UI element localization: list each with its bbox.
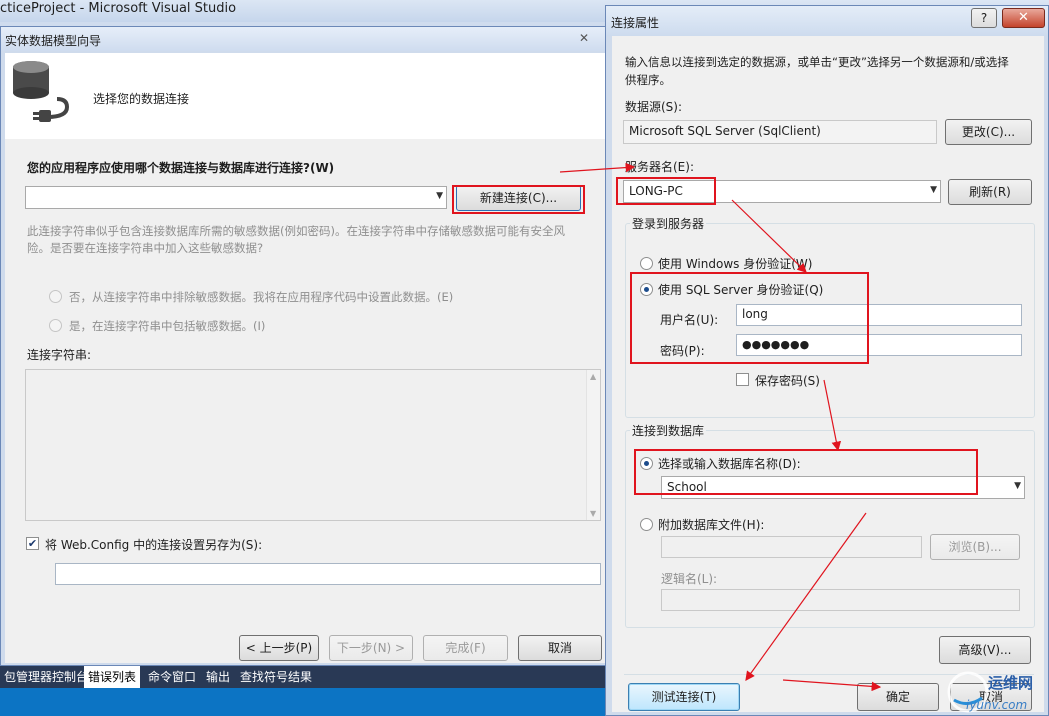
browse-button[interactable]: 浏览(B)... (930, 534, 1020, 560)
scroll-down-icon: ▼ (590, 509, 597, 518)
refresh-button[interactable]: 刷新(R) (948, 179, 1032, 205)
sensitive-warning-line1: 此连接字符串似乎包含连接数据库所需的敏感数据(例如密码)。在连接字符串中存储敏感… (27, 224, 565, 238)
server-combo[interactable]: LONG-PC ▼ (623, 180, 941, 203)
config-name-input[interactable] (55, 563, 601, 585)
attach-db-label: 附加数据库文件(H): (658, 518, 765, 532)
wizard-heading: 选择您的数据连接 (93, 92, 190, 106)
advanced-button[interactable]: 高级(V)... (939, 636, 1031, 664)
conn-title: 连接属性 (611, 16, 660, 30)
database-value: School (667, 480, 707, 494)
chevron-down-icon: ▼ (930, 185, 937, 195)
scrollbar[interactable]: ▲ ▼ (586, 370, 600, 520)
connection-combo[interactable]: ▼ (25, 186, 447, 209)
datasource-field: Microsoft SQL Server (SqlClient) (623, 120, 937, 144)
radio-select-db[interactable] (640, 457, 653, 470)
radio-include-sensitive[interactable] (49, 319, 62, 332)
logical-name-input[interactable] (661, 589, 1020, 611)
connection-question: 您的应用程序应使用哪个数据连接与数据库进行连接?(W) (27, 161, 335, 175)
logical-name-label: 逻辑名(L): (661, 572, 718, 586)
wizard-cancel-button[interactable]: 取消 (518, 635, 602, 661)
vs-title: cticeProject - Microsoft Visual Studio (0, 1, 237, 16)
sql-auth-label: 使用 SQL Server 身份验证(Q) (658, 283, 824, 297)
help-button[interactable]: ? (971, 8, 997, 28)
chevron-down-icon: ▼ (1014, 481, 1021, 491)
username-input[interactable]: long (736, 304, 1022, 326)
save-config-checkbox[interactable]: ✔ (26, 537, 39, 550)
datasource-label: 数据源(S): (625, 100, 683, 114)
windows-auth-label: 使用 Windows 身份验证(W) (658, 257, 813, 271)
finish-button[interactable]: 完成(F) (423, 635, 508, 661)
password-label: 密码(P): (660, 344, 705, 358)
close-icon[interactable]: ✕ (573, 30, 595, 46)
password-input[interactable]: ●●●●●●● (736, 334, 1022, 356)
entity-data-model-wizard: 实体数据模型向导 ✕ 选择您的数据连接 您的应用程序应使用哪个数据连接与数据库进… (0, 26, 611, 666)
database-combo[interactable]: School ▼ (661, 476, 1025, 499)
wizard-titlebar: 实体数据模型向导 ✕ (1, 27, 610, 51)
change-datasource-button[interactable]: 更改(C)... (945, 119, 1032, 145)
tab-package-manager[interactable]: 包管理器控制台 (0, 666, 92, 688)
radio-exclude-sensitive[interactable] (49, 290, 62, 303)
database-connection-icon (13, 61, 70, 122)
chevron-down-icon: ▼ (436, 191, 443, 201)
server-value: LONG-PC (629, 184, 683, 198)
next-button[interactable]: 下一步(N) > (329, 635, 413, 661)
login-group-title: 登录到服务器 (630, 215, 707, 232)
intro-line2: 供程序。 (625, 73, 671, 87)
conn-body: 输入信息以连接到选定的数据源，或单击“更改”选择另一个数据源和/或选择 供程序。… (612, 36, 1044, 712)
test-connection-button[interactable]: 测试连接(T) (628, 683, 740, 711)
prev-button[interactable]: < 上一步(P) (239, 635, 319, 661)
save-password-checkbox[interactable] (736, 373, 749, 386)
intro-line1: 输入信息以连接到选定的数据源，或单击“更改”选择另一个数据源和/或选择 (625, 55, 1009, 69)
connection-properties-dialog: 连接属性 ? ✕ 输入信息以连接到选定的数据源，或单击“更改”选择另一个数据源和… (605, 5, 1049, 716)
tab-find-symbol[interactable]: 查找符号结果 (236, 666, 316, 688)
tab-output[interactable]: 输出 (202, 666, 234, 688)
wizard-body: 您的应用程序应使用哪个数据连接与数据库进行连接?(W) ▼ 新建连接(C)...… (5, 139, 605, 663)
username-label: 用户名(U): (660, 313, 719, 327)
save-config-label: 将 Web.Config 中的连接设置另存为(S): (45, 538, 263, 552)
tab-error-list[interactable]: 错误列表 (84, 666, 141, 688)
sensitive-warning-line2: 险。是否要在连接字符串中加入这些敏感数据? (27, 241, 264, 255)
server-label: 服务器名(E): (625, 160, 694, 174)
scroll-up-icon: ▲ (590, 372, 597, 381)
radio-include-label: 是，在连接字符串中包括敏感数据。(I) (69, 319, 266, 333)
conn-string-label: 连接字符串: (27, 348, 92, 362)
datasource-value: Microsoft SQL Server (SqlClient) (629, 124, 821, 138)
attach-db-input[interactable] (661, 536, 922, 558)
radio-windows-auth[interactable] (640, 257, 653, 270)
watermark-subtext: iyunv.com (966, 698, 1028, 712)
ok-button[interactable]: 确定 (857, 683, 939, 711)
close-icon: ✕ (1018, 10, 1029, 25)
password-value: ●●●●●●● (742, 338, 810, 351)
wizard-title: 实体数据模型向导 (5, 34, 102, 48)
close-button[interactable]: ✕ (1002, 8, 1045, 28)
select-db-label: 选择或输入数据库名称(D): (658, 457, 801, 471)
watermark-text: 运维网 (988, 674, 1034, 692)
radio-sql-auth[interactable] (640, 283, 653, 296)
vs-statusbar (0, 688, 610, 716)
watermark-logo: 运维网 iyunv.com (944, 668, 1049, 716)
radio-exclude-label: 否，从连接字符串中排除敏感数据。我将在应用程序代码中设置此数据。(E) (69, 290, 454, 304)
radio-attach-db[interactable] (640, 518, 653, 531)
conn-string-textarea[interactable]: ▲ ▼ (25, 369, 601, 521)
save-password-label: 保存密码(S) (755, 374, 820, 388)
database-group-title: 连接到数据库 (630, 422, 707, 439)
username-value: long (742, 307, 768, 321)
tab-command-window[interactable]: 命令窗口 (144, 666, 200, 688)
conn-titlebar: 连接属性 ? ✕ (606, 6, 1048, 36)
new-connection-button[interactable]: 新建连接(C)... (456, 185, 581, 211)
wizard-header: 选择您的数据连接 (5, 53, 605, 139)
